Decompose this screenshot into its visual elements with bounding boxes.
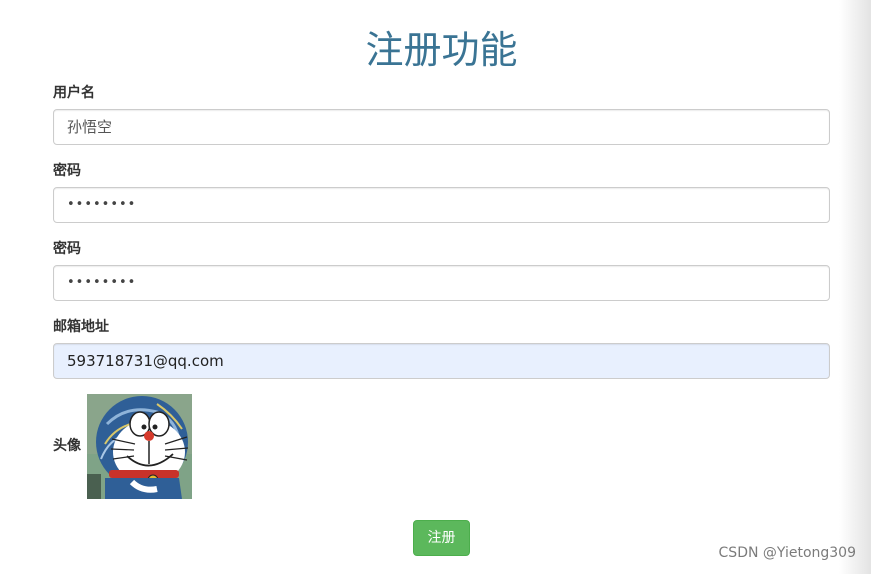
- password-label: 密码: [53, 163, 81, 179]
- register-submit-button[interactable]: 注册: [413, 520, 470, 556]
- username-input[interactable]: 孙悟空: [53, 109, 830, 145]
- page-edge-shadow: [839, 0, 871, 574]
- email-input[interactable]: 593718731@qq.com: [53, 343, 830, 379]
- avatar-picture: [87, 394, 192, 499]
- page-title: 注册功能: [365, 28, 518, 72]
- password-input[interactable]: ••••••••: [53, 187, 830, 223]
- doraemon-avatar-image[interactable]: [87, 394, 192, 499]
- username-label: 用户名: [53, 85, 95, 101]
- avatar-label: 头像: [53, 438, 81, 454]
- csdn-watermark: CSDN @Yietong309: [718, 545, 856, 561]
- password-confirm-input[interactable]: ••••••••: [53, 265, 830, 301]
- password-confirm-label: 密码: [53, 241, 81, 257]
- email-label: 邮箱地址: [53, 319, 109, 335]
